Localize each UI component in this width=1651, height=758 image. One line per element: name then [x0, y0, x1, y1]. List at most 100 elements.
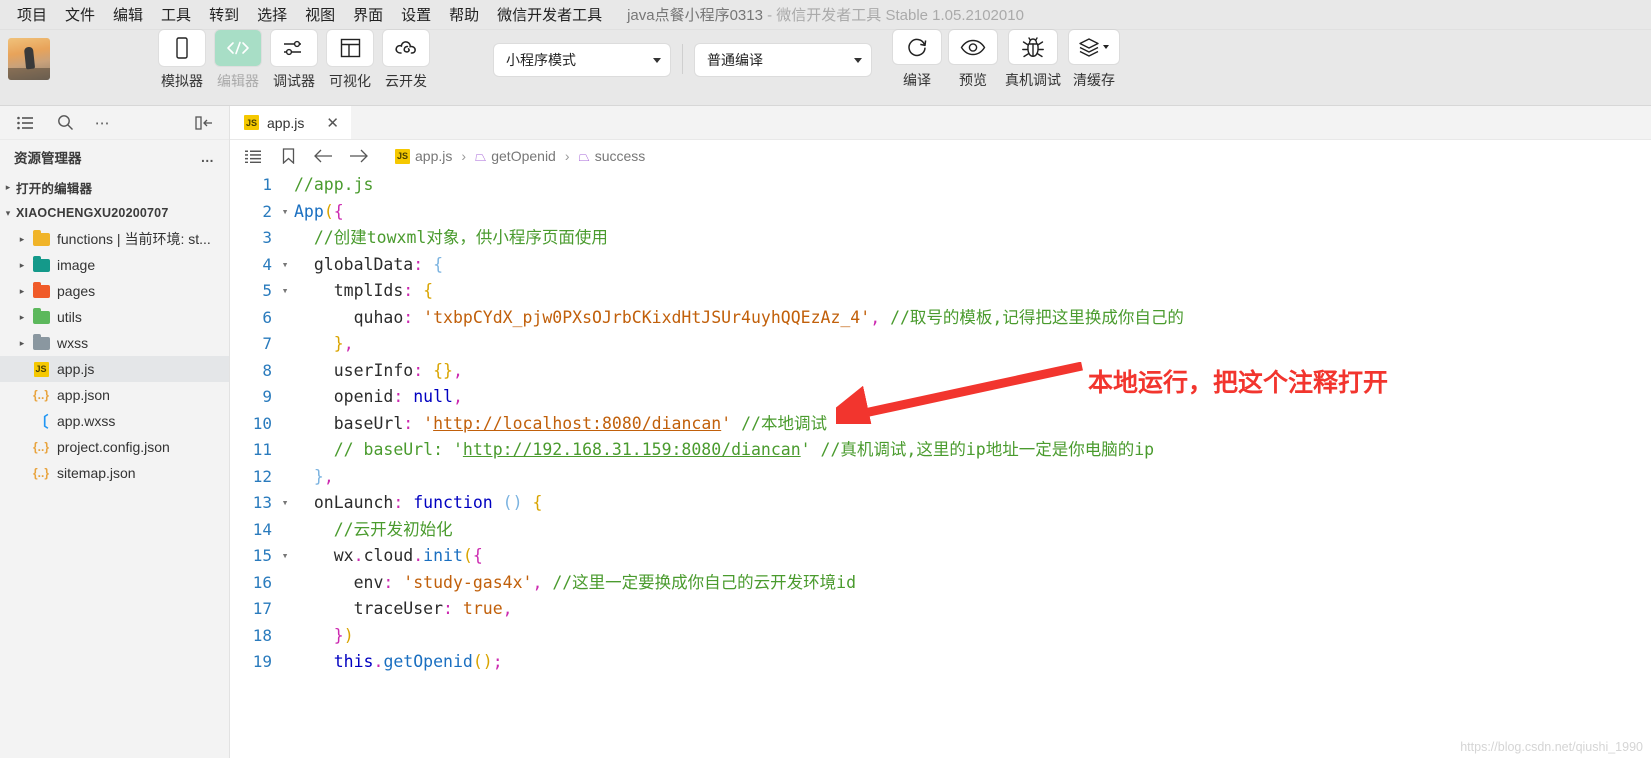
code-line[interactable]: 3 //创建towxml对象，供小程序页面使用	[230, 225, 1651, 252]
sidebar-icon-bar: ⋯	[0, 106, 229, 140]
action-button-label: 真机调试	[1005, 72, 1061, 88]
toolbar-button-可视化[interactable]: 可视化	[327, 30, 373, 91]
explorer-more-icon[interactable]: …	[201, 150, 216, 165]
code-line[interactable]: 5 ▾ tmplIds: {	[230, 278, 1651, 305]
code-line[interactable]: 4 ▾ globalData: {	[230, 252, 1651, 279]
list-icon[interactable]	[10, 110, 40, 136]
code-line[interactable]: 11 // baseUrl: 'http://192.168.31.159:80…	[230, 437, 1651, 464]
menu-item-1[interactable]: 文件	[56, 2, 104, 27]
chevron-down-icon	[854, 58, 862, 63]
tree-item-app.js[interactable]: JS app.js	[0, 356, 229, 382]
action-button-预览[interactable]: 预览	[949, 30, 997, 90]
toolbar-button-模拟器[interactable]: 模拟器	[159, 30, 205, 91]
fold-chevron-icon[interactable]: ▾	[276, 543, 294, 570]
code-line[interactable]: 16 env: 'study-gas4x', //这里一定要换成你自己的云开发环…	[230, 570, 1651, 597]
tree-item-label: sitemap.json	[57, 465, 136, 481]
tree-item-utils[interactable]: utils	[0, 304, 229, 330]
menu-item-8[interactable]: 设置	[392, 2, 440, 27]
main-area: ⋯ 资源管理器 … 打开的编辑器 XIAOCHENGXU20200707 fun…	[0, 106, 1651, 758]
action-button-编译[interactable]: 编译	[893, 30, 941, 90]
action-button-group: 编译 预览 真机调试 清缓存	[889, 30, 1123, 90]
fold-chevron-icon[interactable]: ▾	[276, 199, 294, 226]
line-number: 3	[262, 228, 272, 247]
fold-chevron-icon[interactable]: ▾	[276, 490, 294, 517]
tree-item-sitemap.json[interactable]: {..} sitemap.json	[0, 460, 229, 486]
user-avatar[interactable]	[8, 38, 50, 80]
breadcrumb-item-success[interactable]: ⏢ success	[579, 148, 646, 165]
fold-chevron-icon[interactable]: ▾	[276, 278, 294, 305]
open-editors-row[interactable]: 打开的编辑器	[0, 174, 229, 200]
code-line[interactable]: 7 },	[230, 331, 1651, 358]
code-line[interactable]: 1 //app.js	[230, 172, 1651, 199]
code-line[interactable]: 18 })	[230, 623, 1651, 650]
fold-chevron-icon[interactable]: ▾	[276, 252, 294, 279]
code-text: // baseUrl: 'http://192.168.31.159:8080/…	[333, 440, 1155, 459]
toolbar-button-编辑器[interactable]: 编辑器	[215, 30, 261, 91]
menu-item-4[interactable]: 转到	[200, 2, 248, 27]
breadcrumb-item-getopenid[interactable]: ⏢ getOpenid	[475, 148, 556, 165]
close-icon[interactable]: ✕	[326, 114, 339, 132]
action-button-label: 编译	[903, 72, 931, 88]
menu-item-10[interactable]: 微信开发者工具	[488, 2, 611, 27]
tree-item-image[interactable]: image	[0, 252, 229, 278]
code-line[interactable]: 6 quhao: 'txbpCYdX_pjw0PXsOJrbCKixdHtJSU…	[230, 305, 1651, 332]
tree-item-pages[interactable]: pages	[0, 278, 229, 304]
project-root-row[interactable]: XIAOCHENGXU20200707	[0, 200, 229, 226]
chevron-right-icon	[14, 312, 30, 323]
line-number: 19	[252, 652, 272, 671]
code-editor[interactable]: 1//app.js 2 ▾ App({3 //创建towxml对象，供小程序页面使用 4…	[230, 172, 1651, 758]
search-icon[interactable]	[50, 110, 80, 136]
folder-icon	[32, 281, 50, 299]
forward-arrow-icon[interactable]	[345, 149, 371, 163]
bookmark-icon[interactable]	[275, 148, 301, 164]
menu-item-9[interactable]: 帮助	[440, 2, 488, 27]
code-line[interactable]: 2 ▾ App({	[230, 199, 1651, 226]
code-line[interactable]: 13 ▾ onLaunch: function () {	[230, 490, 1651, 517]
bug-icon	[1009, 30, 1057, 64]
menu-item-0[interactable]: 项目	[8, 2, 56, 27]
outline-icon[interactable]	[240, 150, 266, 163]
js-file-icon: JS	[395, 148, 410, 164]
file-tree: functions | 当前环境: st... image pages utils wx…	[0, 226, 229, 486]
breadcrumb-item-file[interactable]: JS app.js	[395, 148, 452, 164]
menu-item-6[interactable]: 视图	[296, 2, 344, 27]
menu-item-7[interactable]: 界面	[344, 2, 392, 27]
code-text: },	[313, 466, 334, 486]
tree-item-functions[interactable]: functions | 当前环境: st...	[0, 226, 229, 252]
toolbar-button-云开发[interactable]: 云开发	[383, 30, 429, 91]
tree-item-app.json[interactable]: {..} app.json	[0, 382, 229, 408]
more-icon[interactable]: ⋯	[88, 110, 118, 136]
collapse-panel-icon[interactable]	[189, 110, 219, 136]
eye-icon	[949, 30, 997, 64]
action-button-label: 清缓存	[1073, 72, 1115, 88]
compile-select[interactable]: 普通编译	[695, 44, 871, 76]
tree-item-wxss[interactable]: wxss	[0, 330, 229, 356]
code-line[interactable]: 14 //云开发初始化	[230, 517, 1651, 544]
action-button-清缓存[interactable]: 清缓存	[1069, 30, 1119, 90]
code-line[interactable]: 12 },	[230, 464, 1651, 491]
menu-item-3[interactable]: 工具	[152, 2, 200, 27]
menu-item-2[interactable]: 编辑	[104, 2, 152, 27]
toolbar-button-调试器[interactable]: 调试器	[271, 30, 317, 91]
line-number: 16	[252, 572, 272, 592]
code-line[interactable]: 19 this.getOpenid();	[230, 649, 1651, 676]
json-file-icon: {..}	[32, 466, 49, 480]
tree-item-project.config.json[interactable]: {..} project.config.json	[0, 434, 229, 460]
editor-tab-app-js[interactable]: JS app.js ✕	[230, 106, 351, 139]
layers-icon	[1069, 30, 1119, 64]
line-number: 4	[262, 254, 272, 274]
tree-item-label: app.js	[57, 361, 95, 377]
tree-item-label: utils	[57, 309, 82, 325]
code-text: //创建towxml对象，供小程序页面使用	[313, 228, 608, 247]
code-line[interactable]: 17 traceUser: true,	[230, 596, 1651, 623]
action-button-真机调试[interactable]: 真机调试	[1005, 30, 1061, 90]
tree-item-app.wxss[interactable]: 〔 app.wxss	[0, 408, 229, 434]
code-line[interactable]: 15 ▾ wx.cloud.init({	[230, 543, 1651, 570]
compile-select-value: 普通编译	[707, 52, 763, 68]
chevron-down-icon	[0, 208, 16, 219]
mode-select[interactable]: 小程序模式	[494, 44, 670, 76]
menu-item-5[interactable]: 选择	[248, 2, 296, 27]
back-arrow-icon[interactable]	[310, 149, 336, 163]
code-text: tmplIds: {	[333, 281, 434, 300]
mode-select-value: 小程序模式	[506, 52, 576, 68]
